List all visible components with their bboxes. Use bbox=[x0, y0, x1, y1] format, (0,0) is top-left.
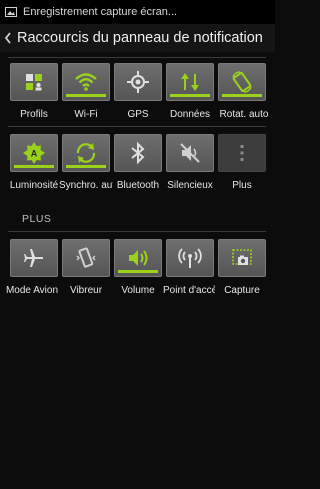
hotspot-icon bbox=[178, 248, 202, 268]
tile-more[interactable] bbox=[218, 134, 266, 172]
svg-text:A: A bbox=[31, 149, 38, 159]
tile-airplane-mode[interactable] bbox=[10, 239, 58, 277]
shortcut-row-1: Profils Wi-Fi GPS Données Rotat. auto bbox=[0, 63, 275, 141]
sync-icon bbox=[76, 143, 96, 163]
shortcut-row-2: A Luminosité Synchro. auto Bluetooth Sil… bbox=[0, 134, 275, 212]
tile-volume[interactable] bbox=[114, 239, 162, 277]
divider bbox=[8, 57, 266, 58]
back-chevron-icon[interactable] bbox=[3, 31, 13, 45]
divider bbox=[8, 126, 266, 127]
tile-bluetooth[interactable] bbox=[114, 134, 162, 172]
status-bar: Enregistrement capture écran... bbox=[0, 0, 275, 24]
tile-label: Données bbox=[169, 109, 211, 120]
tile-label: Luminosité bbox=[9, 180, 59, 191]
tile-label: Silencieux bbox=[167, 180, 213, 191]
divider bbox=[8, 231, 266, 232]
tile-screenshot[interactable] bbox=[218, 239, 266, 277]
screenshot-icon bbox=[232, 249, 252, 265]
shortcut-row-3: Mode Avion Vibreur Volume Point d'accès bbox=[0, 239, 275, 317]
section-header-plus: PLUS bbox=[22, 213, 52, 225]
tile-label: Volume bbox=[121, 285, 155, 296]
tile-hotspot[interactable] bbox=[166, 239, 214, 277]
bluetooth-icon bbox=[131, 141, 145, 165]
tile-label: GPS bbox=[127, 109, 149, 120]
notification-text: Enregistrement capture écran... bbox=[23, 6, 178, 18]
tile-silent[interactable] bbox=[166, 134, 214, 172]
brightness-icon: A bbox=[23, 142, 45, 164]
tile-brightness[interactable]: A bbox=[10, 134, 58, 172]
tile-auto-sync[interactable] bbox=[62, 134, 110, 172]
airplane-icon bbox=[24, 249, 43, 267]
action-bar[interactable]: Raccourcis du panneau de notification bbox=[0, 24, 275, 52]
tile-data[interactable] bbox=[166, 63, 214, 101]
volume-icon bbox=[129, 250, 148, 266]
data-icon bbox=[181, 73, 199, 91]
vibrate-icon bbox=[76, 247, 96, 268]
tile-label: Wi-Fi bbox=[74, 109, 98, 120]
tile-label: Vibreur bbox=[69, 285, 103, 296]
tile-profiles[interactable] bbox=[10, 63, 58, 101]
profiles-icon bbox=[26, 74, 42, 91]
tile-label: Point d'accès bbox=[163, 285, 215, 296]
tile-label: Capture bbox=[224, 285, 260, 296]
tile-gps[interactable] bbox=[114, 63, 162, 101]
tile-wifi[interactable] bbox=[62, 63, 110, 101]
tile-label: Mode Avion bbox=[5, 285, 59, 296]
image-notification-icon bbox=[5, 7, 17, 17]
rotate-icon bbox=[232, 71, 252, 93]
tile-label: Rotat. auto bbox=[219, 109, 269, 120]
silent-icon bbox=[180, 143, 200, 163]
tile-auto-rotate[interactable] bbox=[218, 63, 266, 101]
tile-label: Synchro. auto bbox=[59, 180, 113, 191]
more-icon bbox=[240, 145, 244, 161]
tile-label: Bluetooth bbox=[116, 180, 160, 191]
wifi-icon bbox=[75, 73, 97, 91]
page-title: Raccourcis du panneau de notification bbox=[17, 30, 263, 46]
tile-label: Profils bbox=[20, 109, 48, 120]
tile-vibrate[interactable] bbox=[62, 239, 110, 277]
gps-icon bbox=[127, 71, 149, 93]
tile-label: Plus bbox=[232, 180, 252, 191]
